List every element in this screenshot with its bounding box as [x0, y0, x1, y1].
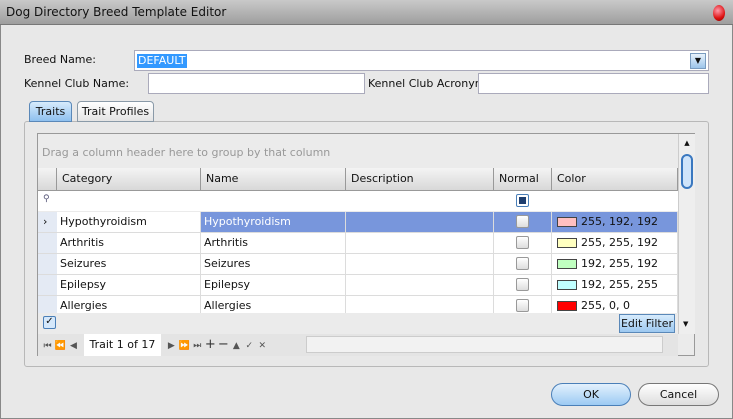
table-row[interactable]: Seizures Seizures 192, 255, 192	[38, 254, 678, 275]
next-page-icon[interactable]: ⏩	[178, 335, 191, 357]
prev-icon[interactable]: ◀	[67, 335, 80, 357]
breed-name-combo[interactable]: DEFAULT ▼	[134, 50, 709, 71]
cell-category[interactable]: Allergies	[57, 296, 201, 313]
normal-checkbox[interactable]	[516, 257, 529, 270]
kennel-club-name-input[interactable]	[148, 73, 365, 94]
edit-filter-button[interactable]: Edit Filter	[619, 314, 675, 333]
row-indicator[interactable]: ›	[38, 212, 57, 233]
color-value: 255, 0, 0	[581, 299, 630, 312]
scroll-thumb[interactable]	[681, 154, 693, 189]
normal-filter-checkbox[interactable]	[516, 194, 529, 207]
color-swatch	[557, 280, 577, 290]
column-header-category[interactable]: Category	[57, 168, 201, 191]
normal-checkbox[interactable]	[516, 215, 529, 228]
row-indicator[interactable]	[38, 275, 57, 296]
next-icon[interactable]: ▶	[165, 335, 178, 357]
scroll-down-icon[interactable]: ▼	[683, 320, 688, 328]
cell-description[interactable]	[346, 296, 494, 313]
color-value: 255, 192, 192	[581, 215, 658, 228]
row-indicator[interactable]	[38, 254, 57, 275]
row-indicator[interactable]	[38, 296, 57, 313]
first-icon[interactable]: ⏮	[41, 335, 54, 357]
cell-name[interactable]: Seizures	[201, 254, 346, 275]
check-icon[interactable]: ✓	[243, 335, 256, 357]
cell-name[interactable]: Epilepsy	[201, 275, 346, 296]
cell-normal[interactable]	[494, 296, 552, 313]
cancel-button[interactable]: Cancel	[638, 383, 719, 406]
row-indicator[interactable]	[38, 233, 57, 254]
group-panel[interactable]: Drag a column header here to group by th…	[42, 146, 330, 159]
remove-icon[interactable]: −	[217, 334, 230, 356]
color-value: 192, 255, 255	[581, 278, 658, 291]
cell-color[interactable]: 255, 0, 0	[552, 296, 678, 313]
cell-category[interactable]: Arthritis	[57, 233, 201, 254]
prev-page-icon[interactable]: ⏪	[54, 335, 67, 357]
horizontal-scrollbar[interactable]	[306, 336, 663, 353]
record-indicator: Trait 1 of 17	[83, 334, 162, 356]
cell-name[interactable]: Allergies	[201, 296, 346, 313]
cell-description[interactable]	[346, 275, 494, 296]
table-row[interactable]: › Hypothyroidism Hypothyroidism 255, 192…	[38, 212, 678, 233]
cell-color[interactable]: 255, 255, 192	[552, 233, 678, 254]
cell-name[interactable]: Hypothyroidism	[201, 212, 346, 233]
window-title: Dog Directory Breed Template Editor	[6, 5, 227, 19]
cell-normal[interactable]	[494, 212, 552, 233]
cell-color[interactable]: 192, 255, 255	[552, 275, 678, 296]
scroll-up-icon[interactable]: ▲	[679, 139, 695, 147]
normal-checkbox[interactable]	[516, 278, 529, 291]
cell-normal[interactable]	[494, 233, 552, 254]
cell-description[interactable]	[346, 212, 494, 233]
cell-category[interactable]: Hypothyroidism	[57, 212, 201, 233]
color-swatch	[557, 259, 577, 269]
tab-traits[interactable]: Traits	[29, 101, 72, 122]
up-icon[interactable]: ▲	[230, 335, 243, 357]
cell-color[interactable]: 255, 192, 192	[552, 212, 678, 233]
traits-grid: Drag a column header here to group by th…	[37, 133, 695, 356]
column-header-name[interactable]: Name	[201, 168, 346, 191]
filter-enable-checkbox[interactable]: ✓	[43, 316, 56, 329]
color-swatch	[557, 301, 577, 311]
column-header-color[interactable]: Color	[552, 168, 678, 191]
add-icon[interactable]: +	[204, 334, 217, 356]
kennel-club-acronym-label: Kennel Club Acronym:	[368, 77, 490, 90]
kennel-club-name-label: Kennel Club Name:	[24, 77, 130, 90]
ok-button[interactable]: OK	[551, 383, 631, 406]
grid-rows: › Hypothyroidism Hypothyroidism 255, 192…	[38, 212, 678, 313]
kennel-club-acronym-input[interactable]	[478, 73, 709, 94]
table-row[interactable]: Epilepsy Epilepsy 192, 255, 255	[38, 275, 678, 296]
cell-description[interactable]	[346, 233, 494, 254]
cell-name[interactable]: Arthritis	[201, 233, 346, 254]
last-icon[interactable]: ⏭	[191, 335, 204, 357]
color-value: 192, 255, 192	[581, 257, 658, 270]
cancel-edit-icon[interactable]: ✕	[256, 335, 269, 357]
chevron-down-icon[interactable]: ▼	[690, 53, 706, 69]
color-swatch	[557, 217, 577, 227]
breed-name-value: DEFAULT	[137, 54, 187, 68]
vertical-scrollbar[interactable]: ▲ ▼	[678, 134, 695, 334]
cell-color[interactable]: 192, 255, 192	[552, 254, 678, 275]
table-row[interactable]: Allergies Allergies 255, 0, 0	[38, 296, 678, 313]
column-header-description[interactable]: Description	[346, 168, 494, 191]
filter-icon: ⚲	[43, 194, 50, 204]
cell-normal[interactable]	[494, 275, 552, 296]
navigator: ⏮ ⏪ ◀ Trait 1 of 17 ▶ ⏩ ⏭ + − ▲ ✓ ✕	[38, 334, 678, 356]
normal-checkbox[interactable]	[516, 236, 529, 249]
normal-checkbox[interactable]	[516, 299, 529, 312]
cell-category[interactable]: Epilepsy	[57, 275, 201, 296]
cell-category[interactable]: Seizures	[57, 254, 201, 275]
close-icon[interactable]	[713, 5, 725, 21]
color-value: 255, 255, 192	[581, 236, 658, 249]
column-header-normal[interactable]: Normal	[494, 168, 552, 191]
filter-row[interactable]: ⚲	[38, 191, 678, 211]
table-row[interactable]: Arthritis Arthritis 255, 255, 192	[38, 233, 678, 254]
title-bar: Dog Directory Breed Template Editor	[0, 0, 733, 25]
cell-description[interactable]	[346, 254, 494, 275]
breed-name-label: Breed Name:	[24, 53, 96, 66]
cell-normal[interactable]	[494, 254, 552, 275]
tab-trait-profiles[interactable]: Trait Profiles	[77, 101, 154, 122]
row-indicator-header	[38, 168, 57, 191]
color-swatch	[557, 238, 577, 248]
